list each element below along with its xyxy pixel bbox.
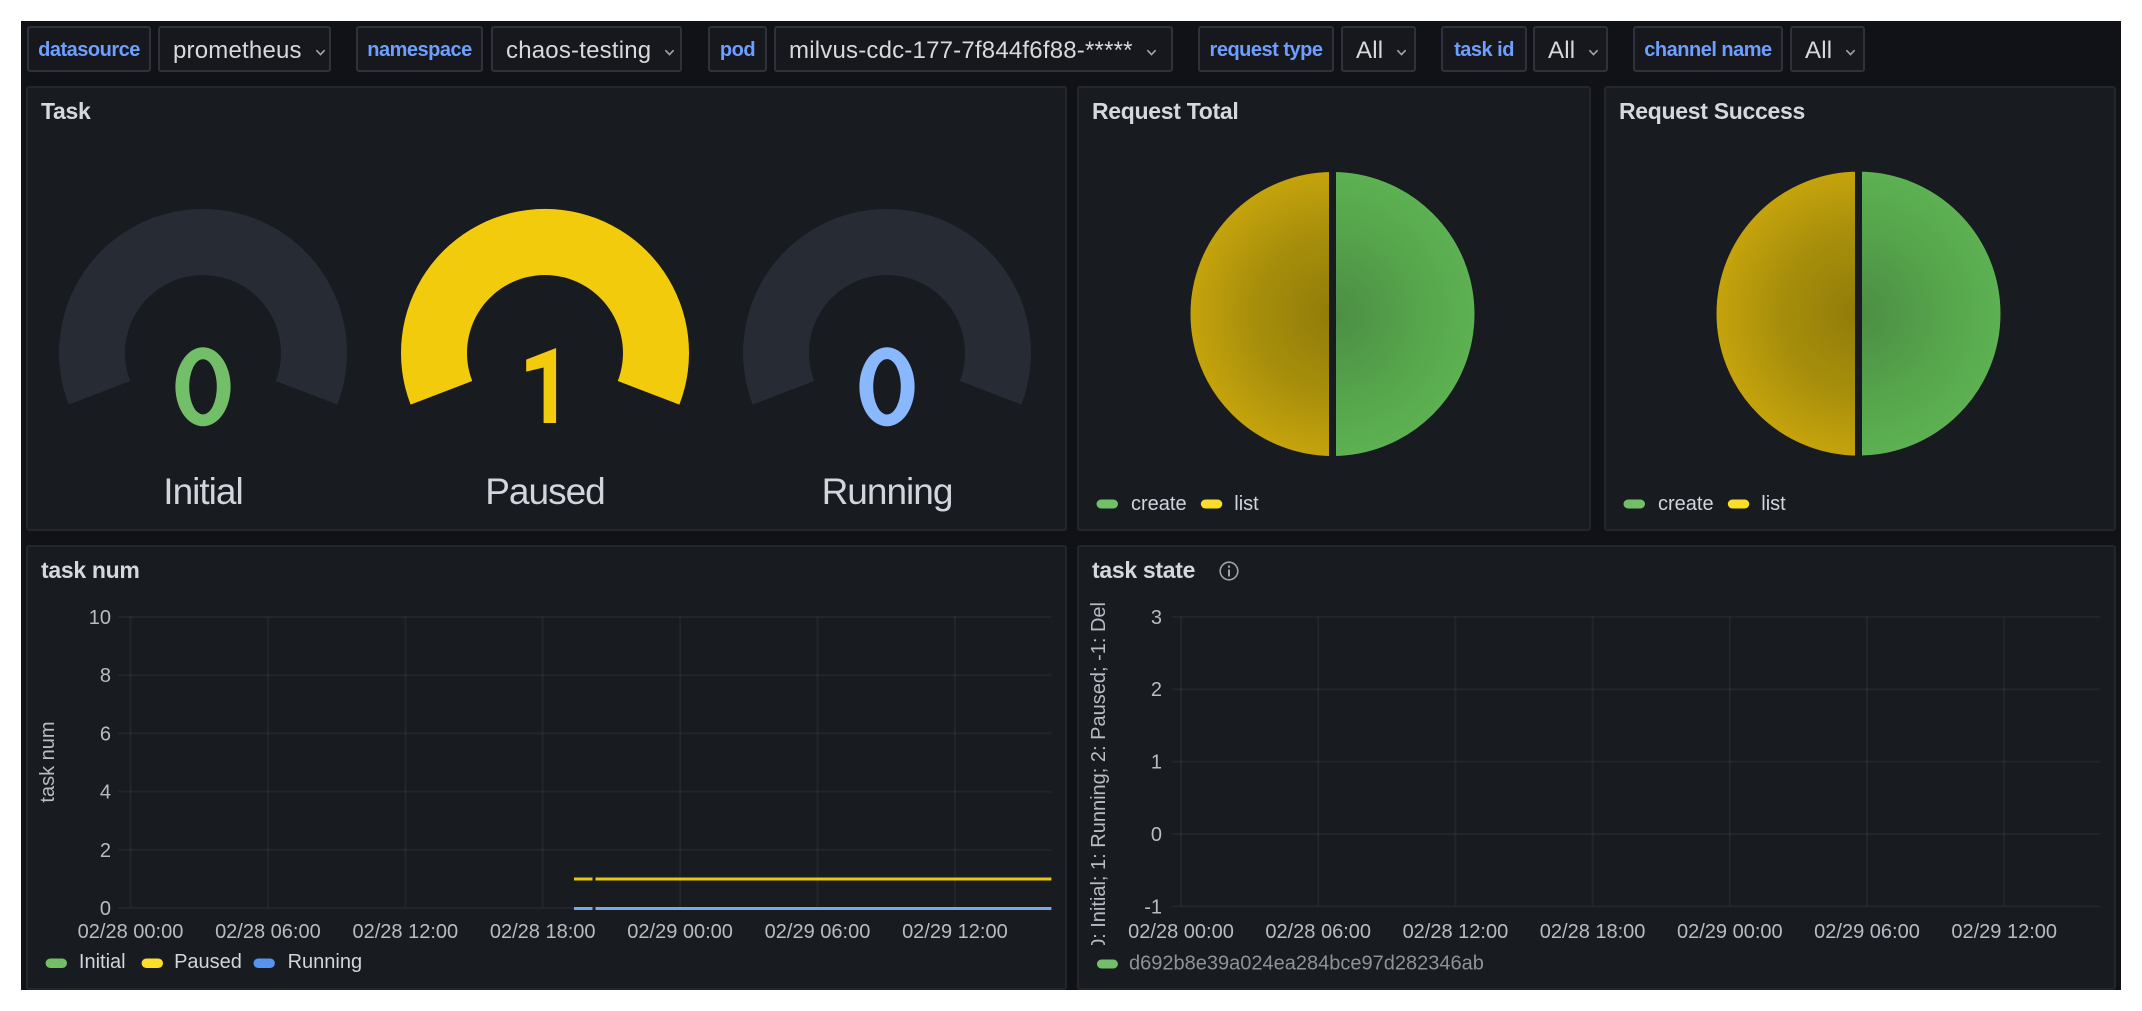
svg-text:0: 0	[100, 898, 111, 920]
svg-text:02/29 06:00: 02/29 06:00	[1814, 921, 1920, 943]
svg-text:1: 1	[1151, 752, 1162, 774]
svg-text:2: 2	[100, 840, 111, 862]
svg-text:create: create	[1658, 493, 1714, 515]
svg-text:Initial: Initial	[79, 951, 126, 973]
svg-text:2: 2	[1151, 679, 1162, 701]
svg-text:02/28 18:00: 02/28 18:00	[490, 921, 596, 943]
svg-text:list: list	[1234, 493, 1259, 515]
svg-text:02/28 06:00: 02/28 06:00	[1265, 921, 1371, 943]
svg-text:02/29 00:00: 02/29 00:00	[1677, 921, 1783, 943]
svg-text:8: 8	[100, 665, 111, 687]
svg-text:list: list	[1761, 493, 1786, 515]
svg-text:Initial: Initial	[163, 471, 242, 512]
svg-text:Paused: Paused	[485, 471, 605, 512]
svg-text:02/28 12:00: 02/28 12:00	[352, 921, 458, 943]
svg-text:02/29 12:00: 02/29 12:00	[902, 921, 1008, 943]
svg-text:6: 6	[100, 723, 111, 745]
svg-text:02/28 06:00: 02/28 06:00	[215, 921, 321, 943]
svg-text:02/29 06:00: 02/29 06:00	[765, 921, 871, 943]
svg-text:02/29 00:00: 02/29 00:00	[627, 921, 733, 943]
svg-text:Paused: Paused	[174, 951, 242, 973]
svg-text:02/28 12:00: 02/28 12:00	[1403, 921, 1509, 943]
svg-text:0: 0	[1151, 824, 1162, 846]
svg-text:Running: Running	[822, 471, 953, 512]
svg-text:02/28 18:00: 02/28 18:00	[1540, 921, 1646, 943]
svg-text:create: create	[1131, 493, 1187, 515]
svg-text:0: Initial; 1: Running; 2: Pau: 0: Initial; 1: Running; 2: Paused; -1: D…	[1088, 563, 1110, 950]
svg-text:task num: task num	[37, 721, 59, 802]
svg-text:02/29 12:00: 02/29 12:00	[1951, 921, 2057, 943]
svg-text:d692b8e39a024ea284bce97d282346: d692b8e39a024ea284bce97d282346ab	[1129, 953, 1484, 975]
svg-text:02/28 00:00: 02/28 00:00	[1128, 921, 1234, 943]
svg-text:02/28 00:00: 02/28 00:00	[78, 921, 184, 943]
svg-text:-1: -1	[1144, 896, 1162, 918]
svg-text:10: 10	[89, 607, 111, 629]
svg-text:4: 4	[100, 782, 111, 804]
svg-text:Running: Running	[288, 951, 363, 973]
svg-text:3: 3	[1151, 607, 1162, 629]
